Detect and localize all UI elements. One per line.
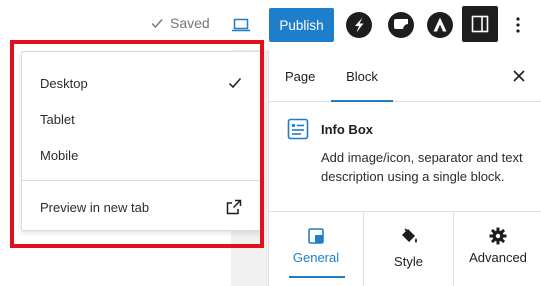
general-icon: [306, 226, 326, 246]
gear-icon: [488, 226, 508, 246]
tab-advanced[interactable]: Advanced: [454, 212, 541, 286]
close-sidebar-button[interactable]: [511, 68, 527, 84]
tab-advanced-label: Advanced: [469, 250, 527, 265]
tab-style-label: Style: [394, 254, 423, 269]
settings-sidebar: Page Block Info Box Add image/icon, sepa…: [268, 50, 541, 286]
tab-general-label: General: [292, 250, 340, 265]
settings-sidebar-button[interactable]: [462, 6, 498, 42]
device-preview-button[interactable]: [226, 12, 256, 38]
paint-bucket-icon: [399, 226, 419, 246]
sidebar-tabs: Page Block: [269, 50, 541, 102]
active-tab-indicator: [289, 276, 345, 278]
close-icon: [513, 70, 525, 82]
vertical-ellipsis-icon: [516, 17, 520, 33]
publish-button[interactable]: Publish: [269, 8, 334, 42]
quote-icon: [388, 12, 414, 38]
saved-status: Saved: [150, 15, 210, 31]
astra-icon: [427, 12, 453, 38]
block-panel-tabs: General Style Advanced: [269, 212, 541, 286]
sidebar-toggle-icon: [471, 15, 489, 33]
block-description: Add image/icon, separator and text descr…: [321, 150, 523, 184]
tab-general[interactable]: General: [269, 212, 363, 286]
spectra-plugin-button[interactable]: [344, 10, 374, 40]
spectra-icon: [346, 12, 372, 38]
more-options-button[interactable]: [508, 12, 528, 38]
tab-block[interactable]: Block: [331, 50, 393, 102]
astra-plugin-button[interactable]: [425, 10, 455, 40]
saved-label: Saved: [170, 15, 210, 31]
annotation-highlight-box: [10, 40, 264, 248]
laptop-icon: [232, 18, 250, 32]
tab-page[interactable]: Page: [285, 50, 315, 102]
quote-plugin-button[interactable]: [386, 10, 416, 40]
block-title: Info Box: [321, 122, 373, 137]
info-box-icon: [287, 118, 309, 140]
block-card: Info Box Add image/icon, separator and t…: [269, 102, 541, 212]
checkmark-icon: [151, 19, 163, 29]
tab-style[interactable]: Style: [363, 212, 454, 286]
